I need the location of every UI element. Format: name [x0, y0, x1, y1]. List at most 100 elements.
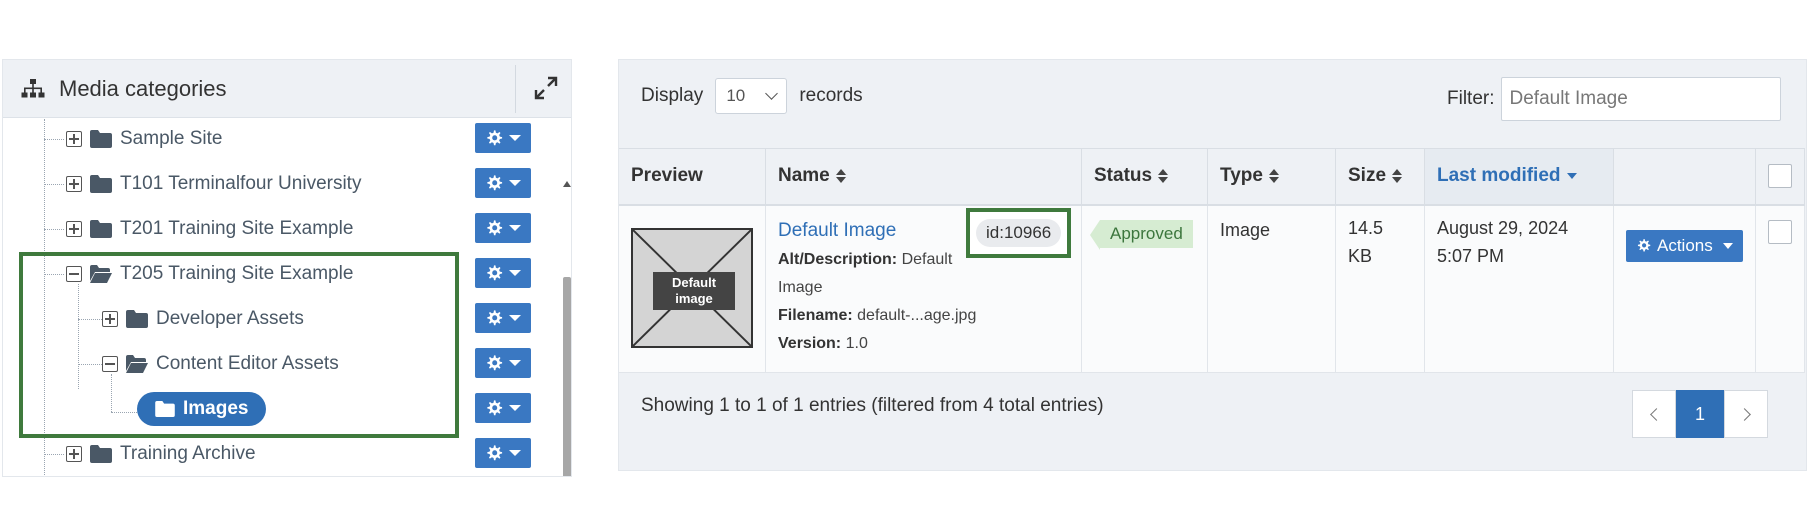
scrollbar-thumb[interactable]	[563, 277, 571, 476]
column-header-name[interactable]: Name	[765, 148, 1082, 206]
folder-icon	[90, 175, 112, 193]
thumbnail-text: image	[675, 290, 713, 306]
meta-label: Alt/Description:	[778, 250, 898, 268]
caret-down-icon	[509, 360, 521, 366]
tree-item-t201[interactable]: T201 Training Site Example	[66, 211, 353, 247]
sitemap-icon	[21, 78, 45, 97]
status-badge: Approved	[1090, 219, 1193, 250]
category-options-button[interactable]	[475, 123, 531, 153]
category-options-button[interactable]	[475, 258, 531, 288]
tree-line	[44, 454, 64, 455]
tree-line	[44, 229, 64, 230]
expand-toggle[interactable]	[66, 131, 82, 147]
tree-item-t101[interactable]: T101 Terminalfour University	[66, 166, 361, 202]
header-divider	[515, 65, 516, 113]
expand-toggle[interactable]	[66, 446, 82, 462]
filter-input[interactable]	[1500, 77, 1781, 121]
column-header-label: Last modified	[1437, 165, 1561, 187]
sort-icon	[1268, 169, 1279, 184]
records-value: 10	[726, 86, 746, 105]
actions-cell: Actions	[1613, 204, 1756, 373]
column-header-status[interactable]: Status	[1081, 148, 1208, 206]
tree-scrollbar[interactable]	[561, 179, 571, 476]
tree-item-label[interactable]: Sample Site	[120, 128, 222, 150]
actions-button[interactable]: Actions	[1626, 229, 1743, 262]
column-header-label: Name	[778, 165, 830, 187]
records-label: records	[799, 85, 863, 106]
expand-icon[interactable]	[533, 75, 559, 101]
tree-item-training-archive[interactable]: Training Archive	[66, 436, 256, 472]
type-cell: Image	[1207, 204, 1336, 373]
sort-icon	[1392, 169, 1403, 184]
column-header-size[interactable]: Size	[1335, 148, 1425, 206]
chevron-down-icon	[765, 87, 779, 100]
meta-value: default-...age.jpg	[857, 306, 977, 324]
meta-label: Filename:	[778, 306, 853, 324]
category-options-button[interactable]	[475, 168, 531, 198]
tree-item-label[interactable]: T201 Training Site Example	[120, 218, 353, 240]
select-all-checkbox[interactable]	[1767, 164, 1792, 189]
tree-item-label[interactable]: Training Archive	[120, 443, 256, 465]
scroll-up-arrow-icon[interactable]	[563, 181, 571, 187]
entries-info: Showing 1 to 1 of 1 entries (filtered fr…	[641, 395, 1104, 416]
thumbnail-text: Default	[671, 274, 717, 290]
name-cell: Default Image Alt/Description: Default I…	[765, 204, 1082, 373]
column-header-label: Preview	[631, 165, 703, 187]
chevron-right-icon	[1737, 407, 1751, 421]
panel-title: Media categories	[59, 75, 227, 101]
filename: Filename: default-...age.jpg	[778, 302, 1069, 330]
gear-icon	[487, 265, 503, 281]
folder-icon	[90, 130, 112, 148]
display-label: Display	[641, 85, 704, 106]
version: Version: 1.0	[778, 330, 1069, 358]
category-options-button[interactable]	[475, 348, 531, 378]
alt-description-cont: Image	[778, 274, 1069, 302]
meta-label: Version:	[778, 334, 842, 352]
tree-item-sample-site[interactable]: Sample Site	[66, 121, 222, 157]
panel-header: Media categories	[3, 60, 571, 118]
expand-toggle[interactable]	[66, 221, 82, 237]
gear-icon	[487, 445, 503, 461]
table-row: Default image Default Image Alt/Descript…	[619, 204, 1805, 373]
category-options-button[interactable]	[475, 393, 531, 423]
meta-value: Default	[901, 250, 953, 268]
media-id-badge: id:10966	[976, 218, 1062, 247]
chevron-left-icon	[1649, 407, 1663, 421]
filter-control: Filter:	[1447, 77, 1781, 121]
page-button[interactable]: 1	[1676, 390, 1724, 438]
caret-down-icon	[509, 135, 521, 141]
column-header-last-modified[interactable]: Last modified	[1424, 148, 1614, 206]
size-value: 14.5	[1348, 217, 1384, 238]
category-options-button[interactable]	[475, 303, 531, 333]
gear-icon	[487, 220, 503, 236]
category-options-button[interactable]	[475, 213, 531, 243]
caret-down-icon	[509, 450, 521, 456]
column-header-type[interactable]: Type	[1207, 148, 1336, 206]
thumbnail-caption: Default image	[653, 271, 735, 310]
media-table: Preview Name Status Type Size Last modif…	[619, 148, 1805, 373]
sort-icon	[1158, 169, 1169, 184]
folder-icon	[90, 220, 112, 238]
select-cell	[1755, 204, 1805, 373]
previous-page-button[interactable]	[1632, 390, 1676, 438]
gear-icon	[487, 355, 503, 371]
tree-item-label[interactable]: T101 Terminalfour University	[120, 173, 361, 195]
row-checkbox[interactable]	[1767, 219, 1792, 244]
type-value: Image	[1220, 219, 1271, 240]
tree-line	[44, 139, 64, 140]
media-list-panel: Display 10 records Filter: Preview Name …	[618, 59, 1807, 471]
column-header-select	[1755, 148, 1805, 206]
image-thumbnail[interactable]: Default image	[631, 227, 753, 348]
expand-toggle[interactable]	[66, 176, 82, 192]
column-header-label: Size	[1348, 165, 1387, 187]
category-options-button[interactable]	[475, 438, 531, 468]
gear-icon	[1637, 239, 1651, 252]
folder-icon	[90, 445, 112, 463]
id-highlight-annotation: id:10966	[966, 207, 1072, 258]
gear-icon	[487, 310, 503, 326]
modified-time: 5:07 PM	[1437, 245, 1505, 266]
next-page-button[interactable]	[1724, 390, 1768, 438]
media-name-link[interactable]: Default Image	[778, 220, 896, 241]
column-header-label: Status	[1094, 165, 1153, 187]
records-per-page-select[interactable]: 10	[715, 78, 788, 114]
